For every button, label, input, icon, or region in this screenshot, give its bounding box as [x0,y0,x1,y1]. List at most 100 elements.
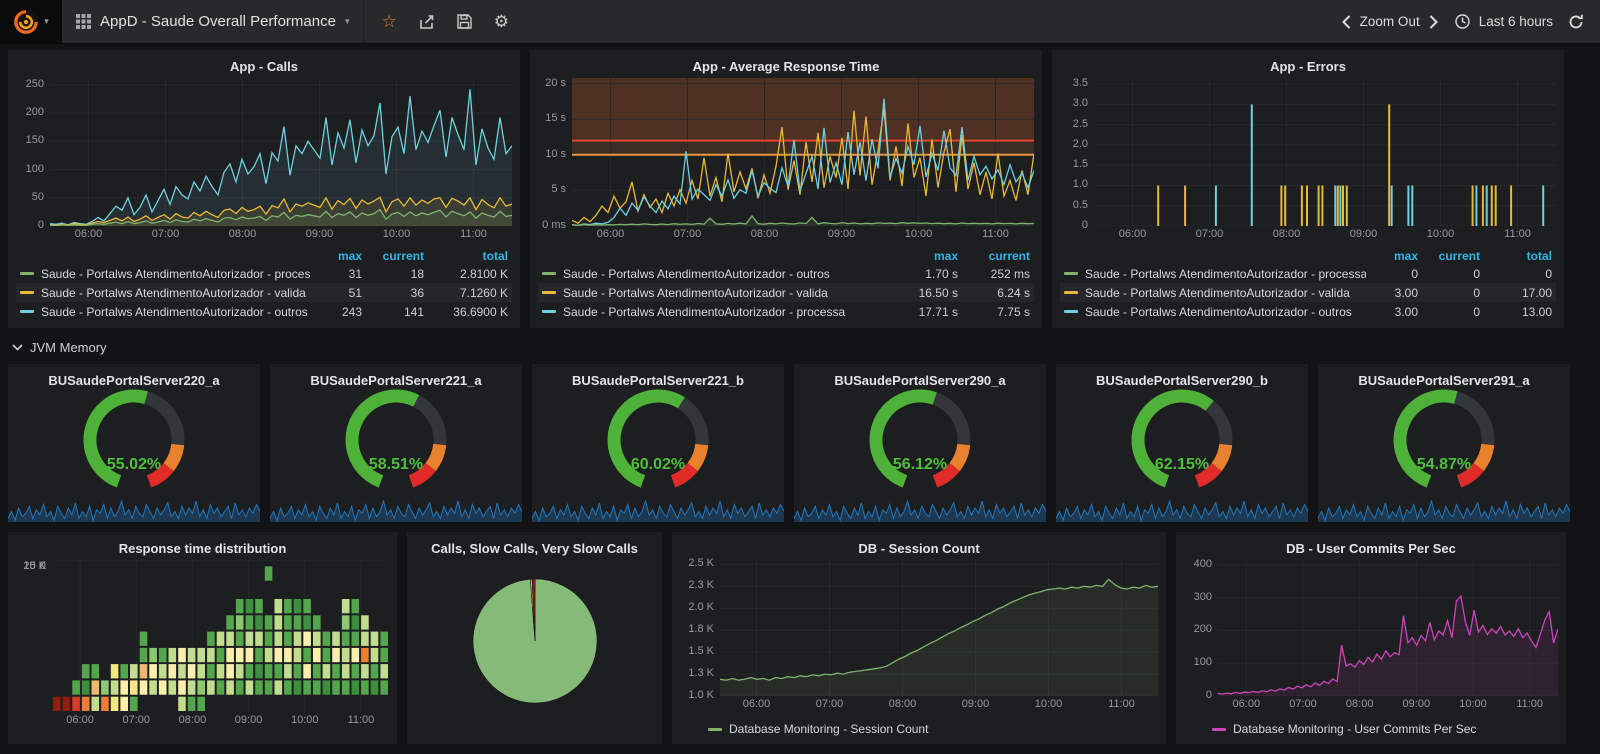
x-axis: 06:00 07:00 08:00 09:00 10:00 11:00 [720,696,1158,712]
x-tick-label: 09:00 [234,714,263,726]
legend-row[interactable]: Saude - Portalws AtendimentoAutorizador … [538,264,1034,283]
legend-series-label[interactable]: Database Monitoring - User Commits Per S… [1233,722,1476,736]
legend-value: 7.1260 K [459,285,508,300]
gauge-arc [607,389,709,488]
y-tick-label: 10 s [545,147,566,160]
x-tick-label: 06:00 [74,228,103,240]
panel-title[interactable]: App - Errors [1060,58,1556,78]
row-app-panels: App - Calls 250 200 150 100 50 0 06:00 07:00 08:0… [8,50,1600,328]
panel-title[interactable]: Response time distribution [16,540,389,560]
time-range-picker[interactable]: Last 6 hours [1479,14,1553,29]
x-axis: 06:00 07:00 08:00 09:00 10:00 11:00 [1218,696,1558,712]
panel-gauge-BUSaudePortalServer290_a: BUSaudePortalServer290_a 56.12% [793,364,1047,523]
legend-series-label[interactable]: Saude - Portalws AtendimentoAutorizador … [1085,267,1366,281]
zoom-out-button[interactable]: Zoom Out [1360,14,1420,29]
y-tick-label: 0 [1081,219,1088,231]
legend-row[interactable]: Saude - Portalws AtendimentoAutorizador … [16,302,512,321]
legend-series-label[interactable]: Saude - Portalws AtendimentoAutorizador … [563,286,894,300]
y-axis: 20 K 15 K 10 K5 K0 [16,560,52,712]
share-icon[interactable] [419,14,435,30]
legend-row[interactable]: Saude - Portalws AtendimentoAutorizador … [1060,302,1556,321]
grafana-logo[interactable]: ▾ [0,0,62,44]
legend-series-label[interactable]: Saude - Portalws AtendimentoAutorizador … [1085,286,1366,300]
zoom-out-left-chevron-icon[interactable] [1341,14,1351,29]
legend-series-label[interactable]: Saude - Portalws AtendimentoAutorizador … [1085,305,1366,319]
memory-sparkline [793,498,1047,523]
gauge-value-label: 58.51% [368,456,424,473]
legend-value: 243 [341,304,362,319]
x-tick-label: 10:00 [382,228,411,240]
y-axis: 400 300 200 100 0 [1184,558,1218,701]
panel-title[interactable]: Calls, Slow Calls, Very Slow Calls [415,540,654,560]
legend-value: 0 [1473,285,1480,300]
legend-row[interactable]: Saude - Portalws AtendimentoAutorizador … [16,283,512,302]
gauge-arc [345,389,447,488]
row-jvm-gauges: BUSaudePortalServer220_a 55.02% BUSaudePor… [7,364,1600,523]
legend-value: 36.6900 K [453,304,508,319]
panel-title[interactable]: App - Average Response Time [538,58,1034,78]
chart-svg-app-calls[interactable] [49,78,513,227]
plot-area [49,78,513,227]
save-icon[interactable] [457,14,472,29]
legend-series-dash [542,310,556,313]
clock-icon [1455,14,1470,29]
legend-series-dash [1212,727,1226,731]
chart-svg-db-user-commits[interactable] [1217,560,1559,697]
legend-value: 31 [348,266,362,281]
star-icon[interactable]: ☆ [381,12,396,32]
legend-row[interactable]: Saude - Portalws AtendimentoAutorizador … [538,302,1034,321]
gauge-value-label: 60.02% [630,456,686,473]
legend-series-label[interactable]: Database Monitoring - Session Count [729,722,928,736]
y-tick-label: 15 s [545,112,566,125]
legend-row[interactable]: Saude - Portalws AtendimentoAutorizador … [1060,283,1556,302]
y-axis: 250 200 150 100 50 0 [16,78,50,231]
legend-value: 0 [1545,266,1552,281]
chart-svg-app-errors[interactable] [1094,78,1556,227]
gear-icon[interactable]: ⚙ [494,12,509,32]
dashboard-picker[interactable]: AppD - Saude Overall Performance ▾ [62,0,365,43]
legend-row[interactable]: Database Monitoring - User Commits Per S… [1184,722,1558,736]
legend-series-label[interactable]: Saude - Portalws AtendimentoAutorizador … [563,267,894,281]
legend-series-label[interactable]: Saude - Portalws AtendimentoAutorizador … [41,305,310,319]
chart-svg-app-response-time[interactable] [571,78,1035,227]
panel-title[interactable]: App - Calls [16,58,512,78]
x-axis: 06:00 07:00 08:00 09:00 10:00 11:00 [52,712,389,728]
refresh-icon[interactable] [1568,14,1584,30]
y-tick-label: 150 [25,134,44,147]
panel-title[interactable]: DB - User Commits Per Sec [1184,540,1558,560]
legend-value: 3.00 [1394,304,1418,319]
legend-series-label[interactable]: Saude - Portalws AtendimentoAutorizador … [41,267,310,281]
panel-gauge-BUSaudePortalServer290_b: BUSaudePortalServer290_b 62.15% [1055,364,1309,523]
legend-header: max current total [16,247,512,264]
legend-row[interactable]: Saude - Portalws AtendimentoAutorizador … [1060,264,1556,283]
plot-area [571,78,1035,227]
pie-svg[interactable] [460,566,610,716]
x-tick-label: 09:00 [1349,228,1378,240]
memory-sparkline [7,498,261,523]
legend-column-header: current [988,248,1030,263]
legend-value: 252 ms [990,266,1030,281]
legend-value: 0 [1411,266,1418,281]
legend-column-header: max [337,248,362,263]
panel-title[interactable]: DB - Session Count [680,540,1158,560]
y-tick-label: 2.5 [1072,117,1088,130]
legend-series-dash [1064,272,1078,275]
legend-header: max current total [1060,247,1556,264]
chart-area-app-errors: 3.5 3.0 2.5 2.0 1.5 1.0 0.5 0 [1060,77,1556,231]
zoom-out-right-chevron-icon[interactable] [1429,14,1438,29]
y-tick-label: 300 [1193,590,1212,603]
legend-row[interactable]: Saude - Portalws AtendimentoAutorizador … [16,264,512,283]
chart-svg-db-session-count[interactable] [719,560,1159,697]
y-tick-label: 200 [25,106,44,119]
y-tick-label: 5 s [551,183,566,196]
y-tick-label: 0 [39,560,46,572]
legend-series-label[interactable]: Saude - Portalws AtendimentoAutorizador … [563,305,894,319]
legend-row[interactable]: Database Monitoring - Session Count [680,722,1158,736]
legend-row[interactable]: Saude - Portalws AtendimentoAutorizador … [538,283,1034,302]
x-tick-label: 06:00 [596,228,625,240]
heatmap-svg[interactable] [52,559,389,712]
x-tick-label: 10:00 [1426,228,1455,240]
legend-series-label[interactable]: Saude - Portalws AtendimentoAutorizador … [41,286,310,300]
section-jvm-memory[interactable]: JVM Memory [12,338,1600,356]
legend-column-header: total [482,248,508,263]
